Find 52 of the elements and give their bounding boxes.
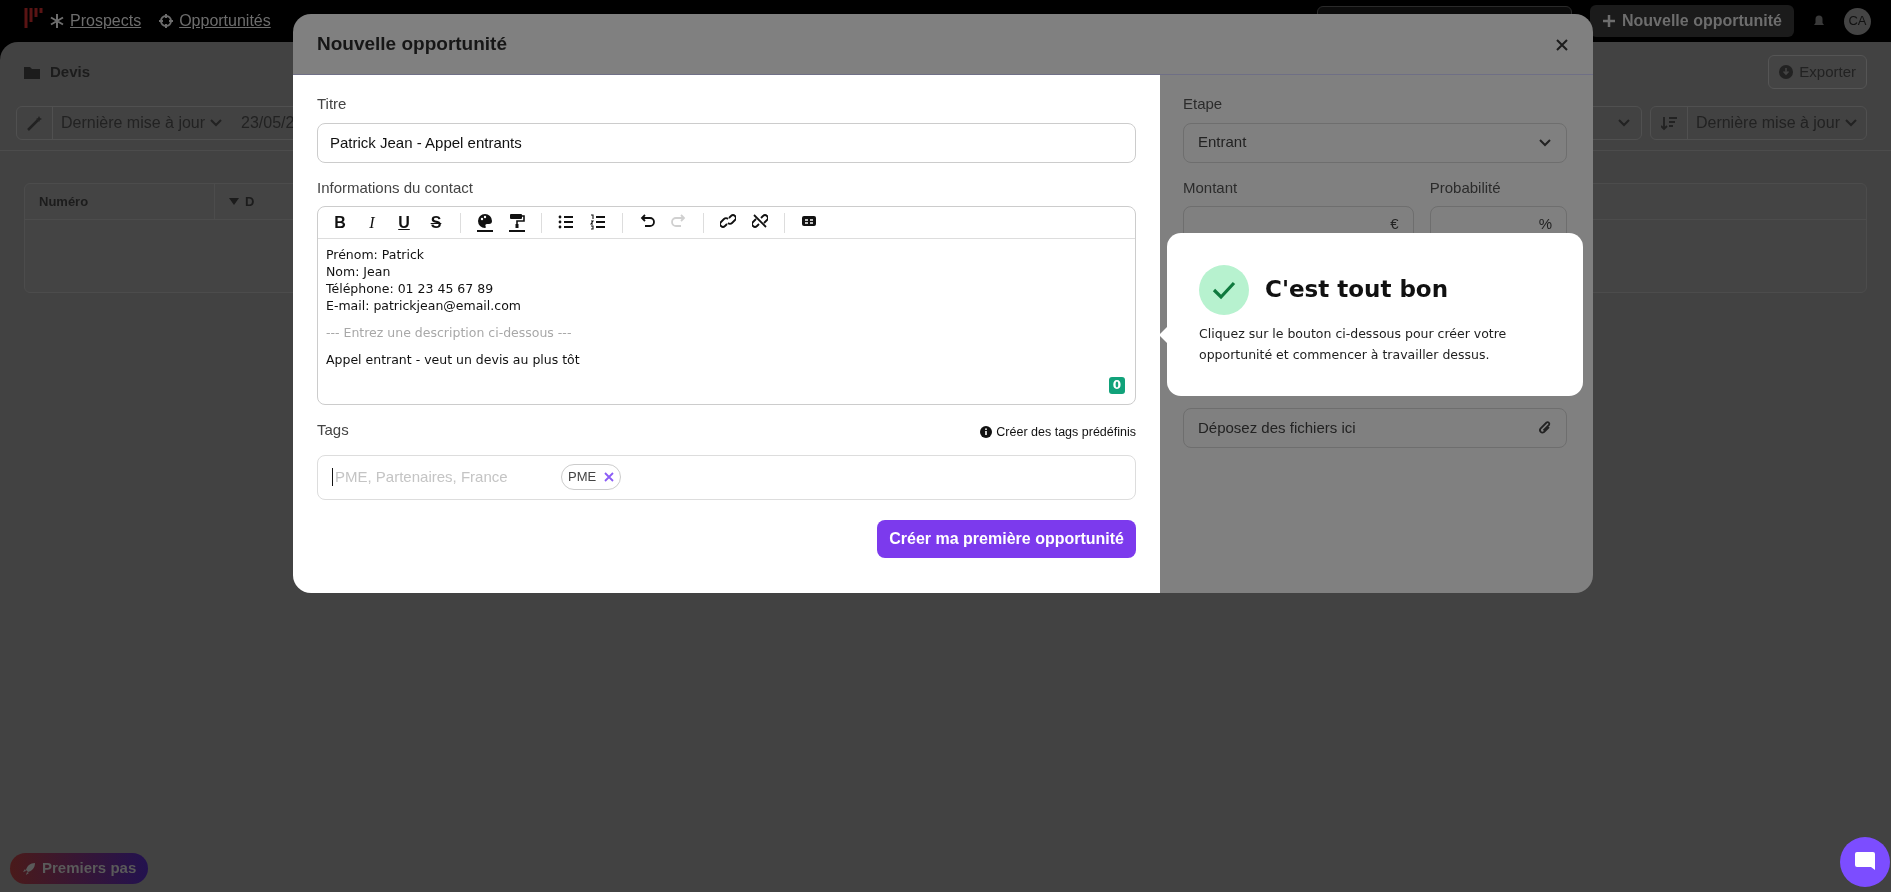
title-input[interactable]: Patrick Jean - Appel entrants (317, 122, 1136, 163)
chevron-down-icon (1616, 118, 1631, 128)
modal-title: Nouvelle opportunité (317, 32, 507, 56)
contact-line: E-mail: patrickjean@email.com (326, 297, 522, 314)
stage-select[interactable]: Entrant (1183, 122, 1567, 163)
checkmark-icon (1212, 280, 1236, 300)
nav-link[interactable]: Prospects (50, 9, 142, 33)
tag-label: PME (568, 468, 597, 487)
caret-down-icon (229, 198, 239, 205)
tooltip-title: C'est tout bon (1265, 276, 1449, 304)
field-label: Titre (317, 94, 348, 114)
field-label: Tags (317, 420, 349, 440)
rich-text-editor[interactable]: B I U S Prénom: Patrick Nom: Jean Téléphone: 01 23 45 67 89 E-mail: patrickjean@email.com --- Entrez une description ci-dessous --- Appel entrant - veut un devis au plus tôt 0 (317, 206, 1136, 405)
snowflake-icon (50, 14, 64, 28)
predefined-tags-link[interactable]: Créer des tags prédéfinis (980, 422, 1136, 442)
chevron-down-icon (1538, 137, 1552, 148)
paperclip-icon (1538, 420, 1552, 436)
contact-line: Téléphone: 01 23 45 67 89 (326, 280, 495, 297)
create-opportunity-button[interactable]: Créer ma première opportunité (877, 519, 1136, 558)
field-label: Etape (1183, 94, 1224, 114)
download-icon (1779, 65, 1794, 79)
text-cursor (332, 468, 333, 486)
format-button[interactable]: B (326, 209, 354, 236)
getting-started-button[interactable]: Premiers pas (10, 853, 149, 884)
remove-icon (604, 472, 615, 482)
nav-link[interactable]: Opportunités (159, 9, 271, 33)
contact-line: Nom: Jean (326, 263, 392, 280)
close-icon (1555, 37, 1569, 52)
tooltip-text: Cliquez sur le bouton ci-dessous pour créer votre opportunité et commencer à travailler dessus. (1199, 325, 1508, 364)
paint-roller-icon (509, 213, 525, 232)
rocket-icon (22, 861, 36, 876)
new-opportunity-button[interactable]: Nouvelle opportunité (1590, 5, 1794, 37)
character-counter: 0 (1108, 377, 1125, 394)
format-button[interactable]: I (358, 209, 386, 236)
format-button[interactable]: U (390, 209, 418, 236)
numbered-list-icon (590, 213, 606, 232)
chat-bubble-icon (1854, 851, 1876, 873)
info-icon (980, 426, 993, 439)
palette-icon (477, 213, 493, 232)
tags-input[interactable]: PME, Partenaires, France PME (317, 454, 1136, 500)
folder-icon (24, 65, 40, 79)
plus-icon (1602, 14, 1616, 28)
field-label: Montant (1183, 177, 1239, 198)
description-text: Appel entrant - veut un devis au plus tôt (326, 351, 581, 368)
field-label: Probabilité (1429, 177, 1502, 198)
crosshair-icon (159, 14, 174, 28)
format-button[interactable]: S (422, 209, 450, 236)
contact-line: Prénom: Patrick (326, 246, 426, 263)
logo-icon (24, 6, 46, 28)
file-drop-zone[interactable]: Déposez des fichiers ici (1183, 408, 1567, 448)
description-separator: --- Entrez une description ci-dessous --- (326, 324, 573, 341)
field-label: Informations du contact (317, 177, 474, 198)
